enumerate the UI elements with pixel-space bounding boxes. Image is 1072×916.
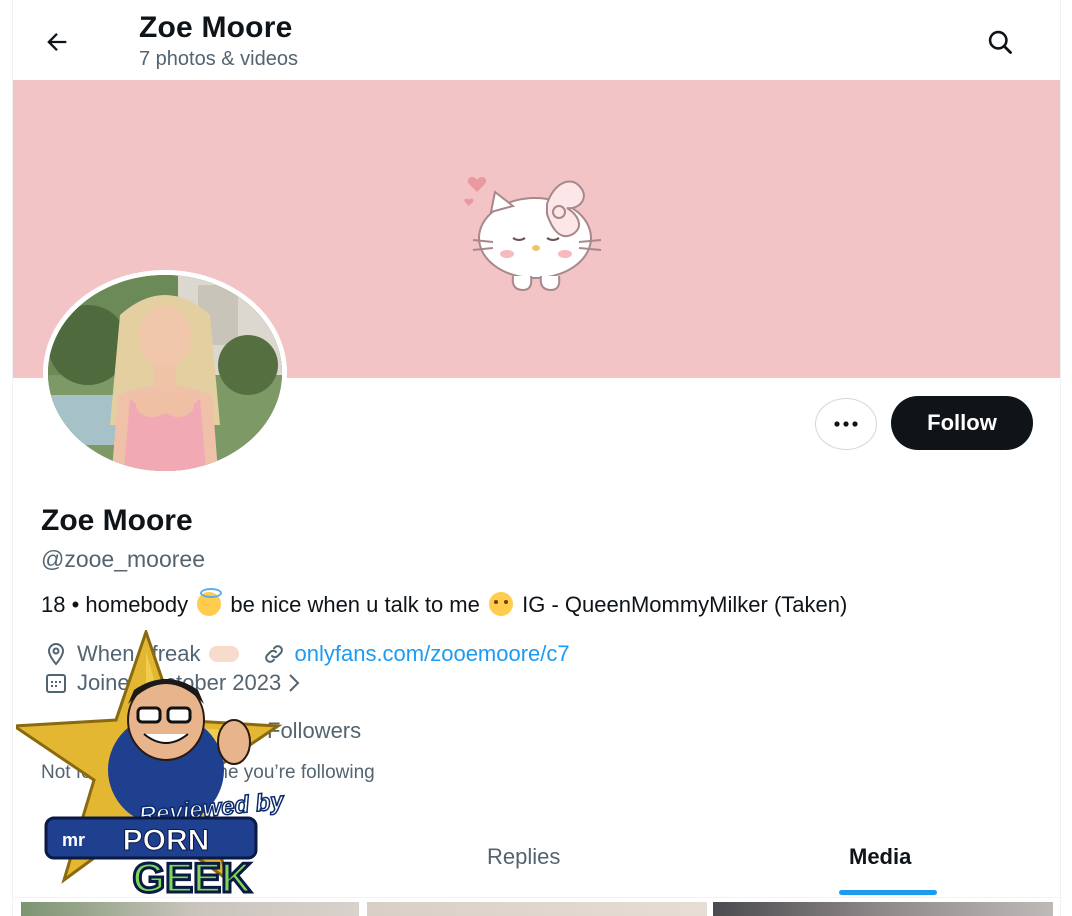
bio-text-3: IG - QueenMommyMilker (Taken) xyxy=(522,592,848,617)
header-text: Zoe Moore 7 photos & videos xyxy=(139,10,298,72)
watermark-porn-text: PORN xyxy=(123,824,210,857)
back-button[interactable] xyxy=(37,22,77,62)
page-title: Zoe Moore xyxy=(139,11,293,44)
tab-media[interactable]: Media xyxy=(849,844,911,870)
watermark-mr-text: mr xyxy=(62,830,85,850)
bio-text-1: 18 • homebody xyxy=(41,592,189,617)
top-bar: Zoe Moore 7 photos & videos xyxy=(13,0,1060,80)
media-thumbnail[interactable] xyxy=(21,902,359,916)
hello-kitty-banner-art xyxy=(464,177,602,292)
active-tab-indicator xyxy=(839,890,937,895)
media-thumbnail[interactable] xyxy=(713,902,1053,916)
profile-name: Zoe Moore xyxy=(41,504,193,537)
smiling-halo-emoji-icon xyxy=(197,588,223,616)
media-thumbnail[interactable] xyxy=(367,902,707,916)
arrow-left-icon xyxy=(47,33,67,51)
watermark-geek-text: GEEK xyxy=(132,854,251,900)
search-button[interactable] xyxy=(980,22,1020,62)
follow-button[interactable]: Follow xyxy=(891,396,1033,450)
pleading-face-emoji-icon xyxy=(489,592,513,616)
reviewed-by-watermark-logo: Reviewed by mr PORN GEEK xyxy=(16,630,286,900)
more-options-button[interactable] xyxy=(815,398,877,450)
post-count: 7 photos & videos xyxy=(139,48,298,70)
tab-replies[interactable]: Replies xyxy=(487,844,560,870)
profile-handle: @zooe_mooree xyxy=(41,546,205,572)
profile-bio: 18 • homebody be nice when u talk to me … xyxy=(41,588,848,618)
bio-text-2: be nice when u talk to me xyxy=(230,592,480,617)
website-link[interactable]: onlyfans.com/zooemoore/c7 xyxy=(295,641,570,667)
more-dots-icon xyxy=(834,421,858,427)
avatar[interactable] xyxy=(43,270,287,476)
profile-photo xyxy=(48,275,282,471)
search-icon xyxy=(988,30,1012,54)
